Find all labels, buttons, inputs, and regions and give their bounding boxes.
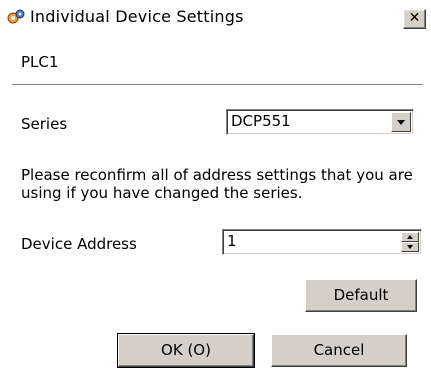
ok-button[interactable]: OK (O) bbox=[117, 333, 255, 368]
chevron-down-icon bbox=[407, 245, 413, 249]
cancel-button[interactable]: Cancel bbox=[271, 334, 407, 367]
gears-icon bbox=[6, 8, 26, 26]
series-label: Series bbox=[21, 115, 68, 133]
individual-device-settings-dialog: Individual Device Settings ✕ PLC1 Series… bbox=[0, 0, 431, 380]
close-icon: ✕ bbox=[408, 10, 421, 26]
series-change-note: Please reconfirm all of address settings… bbox=[21, 166, 413, 202]
device-address-spinner[interactable]: 1 bbox=[222, 229, 422, 255]
spin-up-button[interactable] bbox=[401, 232, 419, 242]
device-address-value: 1 bbox=[227, 232, 237, 250]
series-selected-value: DCP551 bbox=[231, 112, 291, 130]
spin-down-button[interactable] bbox=[401, 242, 419, 252]
dialog-body bbox=[0, 35, 431, 380]
window-title: Individual Device Settings bbox=[30, 7, 244, 26]
chevron-down-icon bbox=[397, 120, 405, 125]
chevron-up-icon bbox=[407, 235, 413, 239]
title-bar[interactable]: Individual Device Settings ✕ bbox=[0, 0, 431, 34]
divider bbox=[12, 84, 423, 86]
device-address-label: Device Address bbox=[21, 235, 137, 253]
device-name: PLC1 bbox=[21, 53, 59, 71]
close-button[interactable]: ✕ bbox=[403, 9, 426, 29]
default-button[interactable]: Default bbox=[305, 279, 417, 312]
series-select[interactable]: DCP551 bbox=[226, 109, 414, 135]
series-dropdown-button[interactable] bbox=[391, 112, 411, 132]
